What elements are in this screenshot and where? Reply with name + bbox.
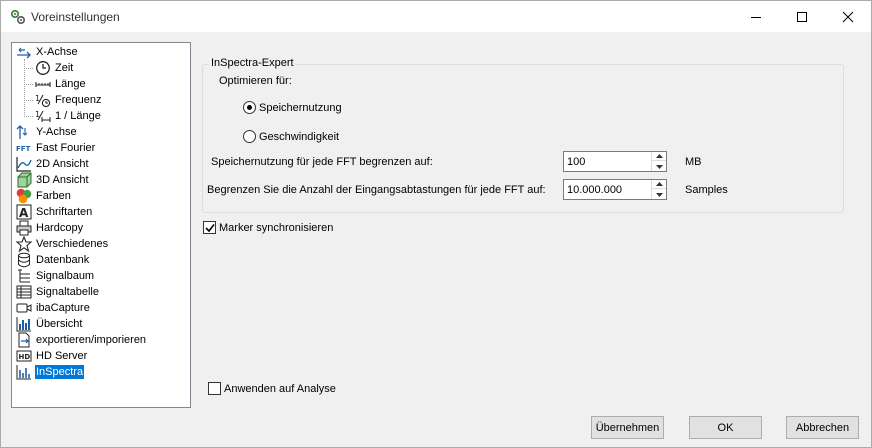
colors-icon <box>16 188 32 204</box>
window-title: Voreinstellungen <box>31 10 120 24</box>
2d-chart-icon <box>16 156 32 172</box>
title-bar: Voreinstellungen <box>1 1 871 32</box>
tree-item-y-axis[interactable]: Y-Achse <box>16 124 78 140</box>
tree-item-frequency[interactable]: 1 Frequenz <box>35 92 102 108</box>
tree-item-inspectra[interactable]: InSpectra <box>16 364 86 380</box>
ok-button[interactable]: OK <box>689 416 762 439</box>
tree-item-2d-view[interactable]: 2D Ansicht <box>16 156 90 172</box>
tree-connector <box>24 84 33 85</box>
star-icon <box>16 236 32 252</box>
memory-limit-label: Speichernutzung für jede FFT begrenzen a… <box>211 156 433 168</box>
minimize-button[interactable] <box>733 1 779 32</box>
svg-text:HD: HD <box>19 353 31 361</box>
fft-icon: FFT <box>16 140 32 156</box>
tree-item-fonts[interactable]: A Schriftarten <box>16 204 93 220</box>
memory-limit-stepper[interactable] <box>563 151 667 172</box>
tree-item-inverse-length[interactable]: 1 1 / Länge <box>35 108 102 124</box>
tree-item-ibacapture[interactable]: ibaCapture <box>16 300 91 316</box>
minimize-icon <box>751 16 761 18</box>
export-import-icon <box>16 332 32 348</box>
tree-item-hardcopy[interactable]: Hardcopy <box>16 220 84 236</box>
optimize-label: Optimieren für: <box>219 75 292 87</box>
marker-sync-checkbox[interactable]: Marker synchronisieren <box>203 221 333 234</box>
settings-gears-icon <box>10 9 26 25</box>
radio-memory-usage[interactable]: Speichernutzung <box>243 101 342 114</box>
maximize-icon <box>797 11 807 22</box>
signal-tree-icon <box>16 268 32 284</box>
spin-buttons <box>651 180 666 199</box>
maximize-button[interactable] <box>779 1 825 32</box>
tree-item-signal-tree[interactable]: Signalbaum <box>16 268 95 284</box>
font-icon: A <box>16 204 32 220</box>
samples-limit-stepper[interactable] <box>563 179 667 200</box>
radio-speed[interactable]: Geschwindigkeit <box>243 130 339 143</box>
arrow-down-icon <box>655 192 663 197</box>
tree-item-length[interactable]: Länge <box>35 76 87 92</box>
close-button[interactable] <box>825 1 871 32</box>
frequency-icon: 1 <box>35 92 51 108</box>
clock-icon <box>35 60 51 76</box>
radio-indicator <box>243 130 256 143</box>
checkbox-box <box>203 221 216 234</box>
group-title: InSpectra-Expert <box>209 57 296 69</box>
samples-limit-input[interactable] <box>564 180 649 199</box>
samples-limit-unit: Samples <box>685 184 728 196</box>
checkbox-box <box>208 382 221 395</box>
table-icon <box>16 284 32 300</box>
tree-item-colors[interactable]: Farben <box>16 188 72 204</box>
hd-server-icon: HD <box>16 348 32 364</box>
decrement-button[interactable] <box>652 190 666 199</box>
tree-connector <box>24 116 33 117</box>
3d-cube-icon <box>16 172 32 188</box>
close-icon <box>842 11 854 22</box>
cancel-button[interactable]: Abbrechen <box>786 416 859 439</box>
checkmark-icon <box>205 224 215 233</box>
printer-icon <box>16 220 32 236</box>
tree-item-time[interactable]: Zeit <box>35 60 74 76</box>
tree-item-fast-fourier[interactable]: FFT Fast Fourier <box>16 140 96 156</box>
preferences-window: Voreinstellungen X-Achse Zeit Länge 1 Fr… <box>0 0 872 448</box>
arrow-up-icon <box>655 154 663 158</box>
increment-button[interactable] <box>652 152 666 161</box>
database-icon <box>16 252 32 268</box>
inverse-length-icon: 1 <box>35 108 51 124</box>
apply-analysis-checkbox[interactable]: Anwenden auf Analyse <box>208 382 336 395</box>
length-icon <box>35 76 51 92</box>
svg-text:A: A <box>19 206 29 220</box>
samples-limit-label: Begrenzen Sie die Anzahl der Eingangsabt… <box>207 184 546 196</box>
tree-item-export-import[interactable]: exportieren/imporieren <box>16 332 147 348</box>
x-axis-icon <box>16 44 32 60</box>
overview-chart-icon <box>16 316 32 332</box>
apply-button[interactable]: Übernehmen <box>591 416 664 439</box>
arrow-up-icon <box>655 182 663 186</box>
tree-item-3d-view[interactable]: 3D Ansicht <box>16 172 90 188</box>
decrement-button[interactable] <box>652 162 666 171</box>
spin-buttons <box>651 152 666 171</box>
tree-connector <box>24 68 33 69</box>
camera-icon <box>16 300 32 316</box>
tree-connector <box>24 100 33 101</box>
memory-limit-input[interactable] <box>564 152 649 171</box>
svg-text:FFT: FFT <box>16 145 31 153</box>
arrow-down-icon <box>655 164 663 169</box>
tree-item-x-axis[interactable]: X-Achse <box>16 44 79 60</box>
y-axis-icon <box>16 124 32 140</box>
tree-item-overview[interactable]: Übersicht <box>16 316 83 332</box>
increment-button[interactable] <box>652 180 666 189</box>
settings-tree[interactable]: X-Achse Zeit Länge 1 Frequenz 1 1 / Läng… <box>11 42 191 408</box>
inspectra-icon <box>16 364 32 380</box>
tree-item-misc[interactable]: Verschiedenes <box>16 236 109 252</box>
memory-limit-unit: MB <box>685 156 702 168</box>
tree-item-signal-table[interactable]: Signaltabelle <box>16 284 100 300</box>
tree-item-database[interactable]: Datenbank <box>16 252 90 268</box>
radio-indicator <box>243 101 256 114</box>
tree-item-hd-server[interactable]: HD HD Server <box>16 348 88 364</box>
